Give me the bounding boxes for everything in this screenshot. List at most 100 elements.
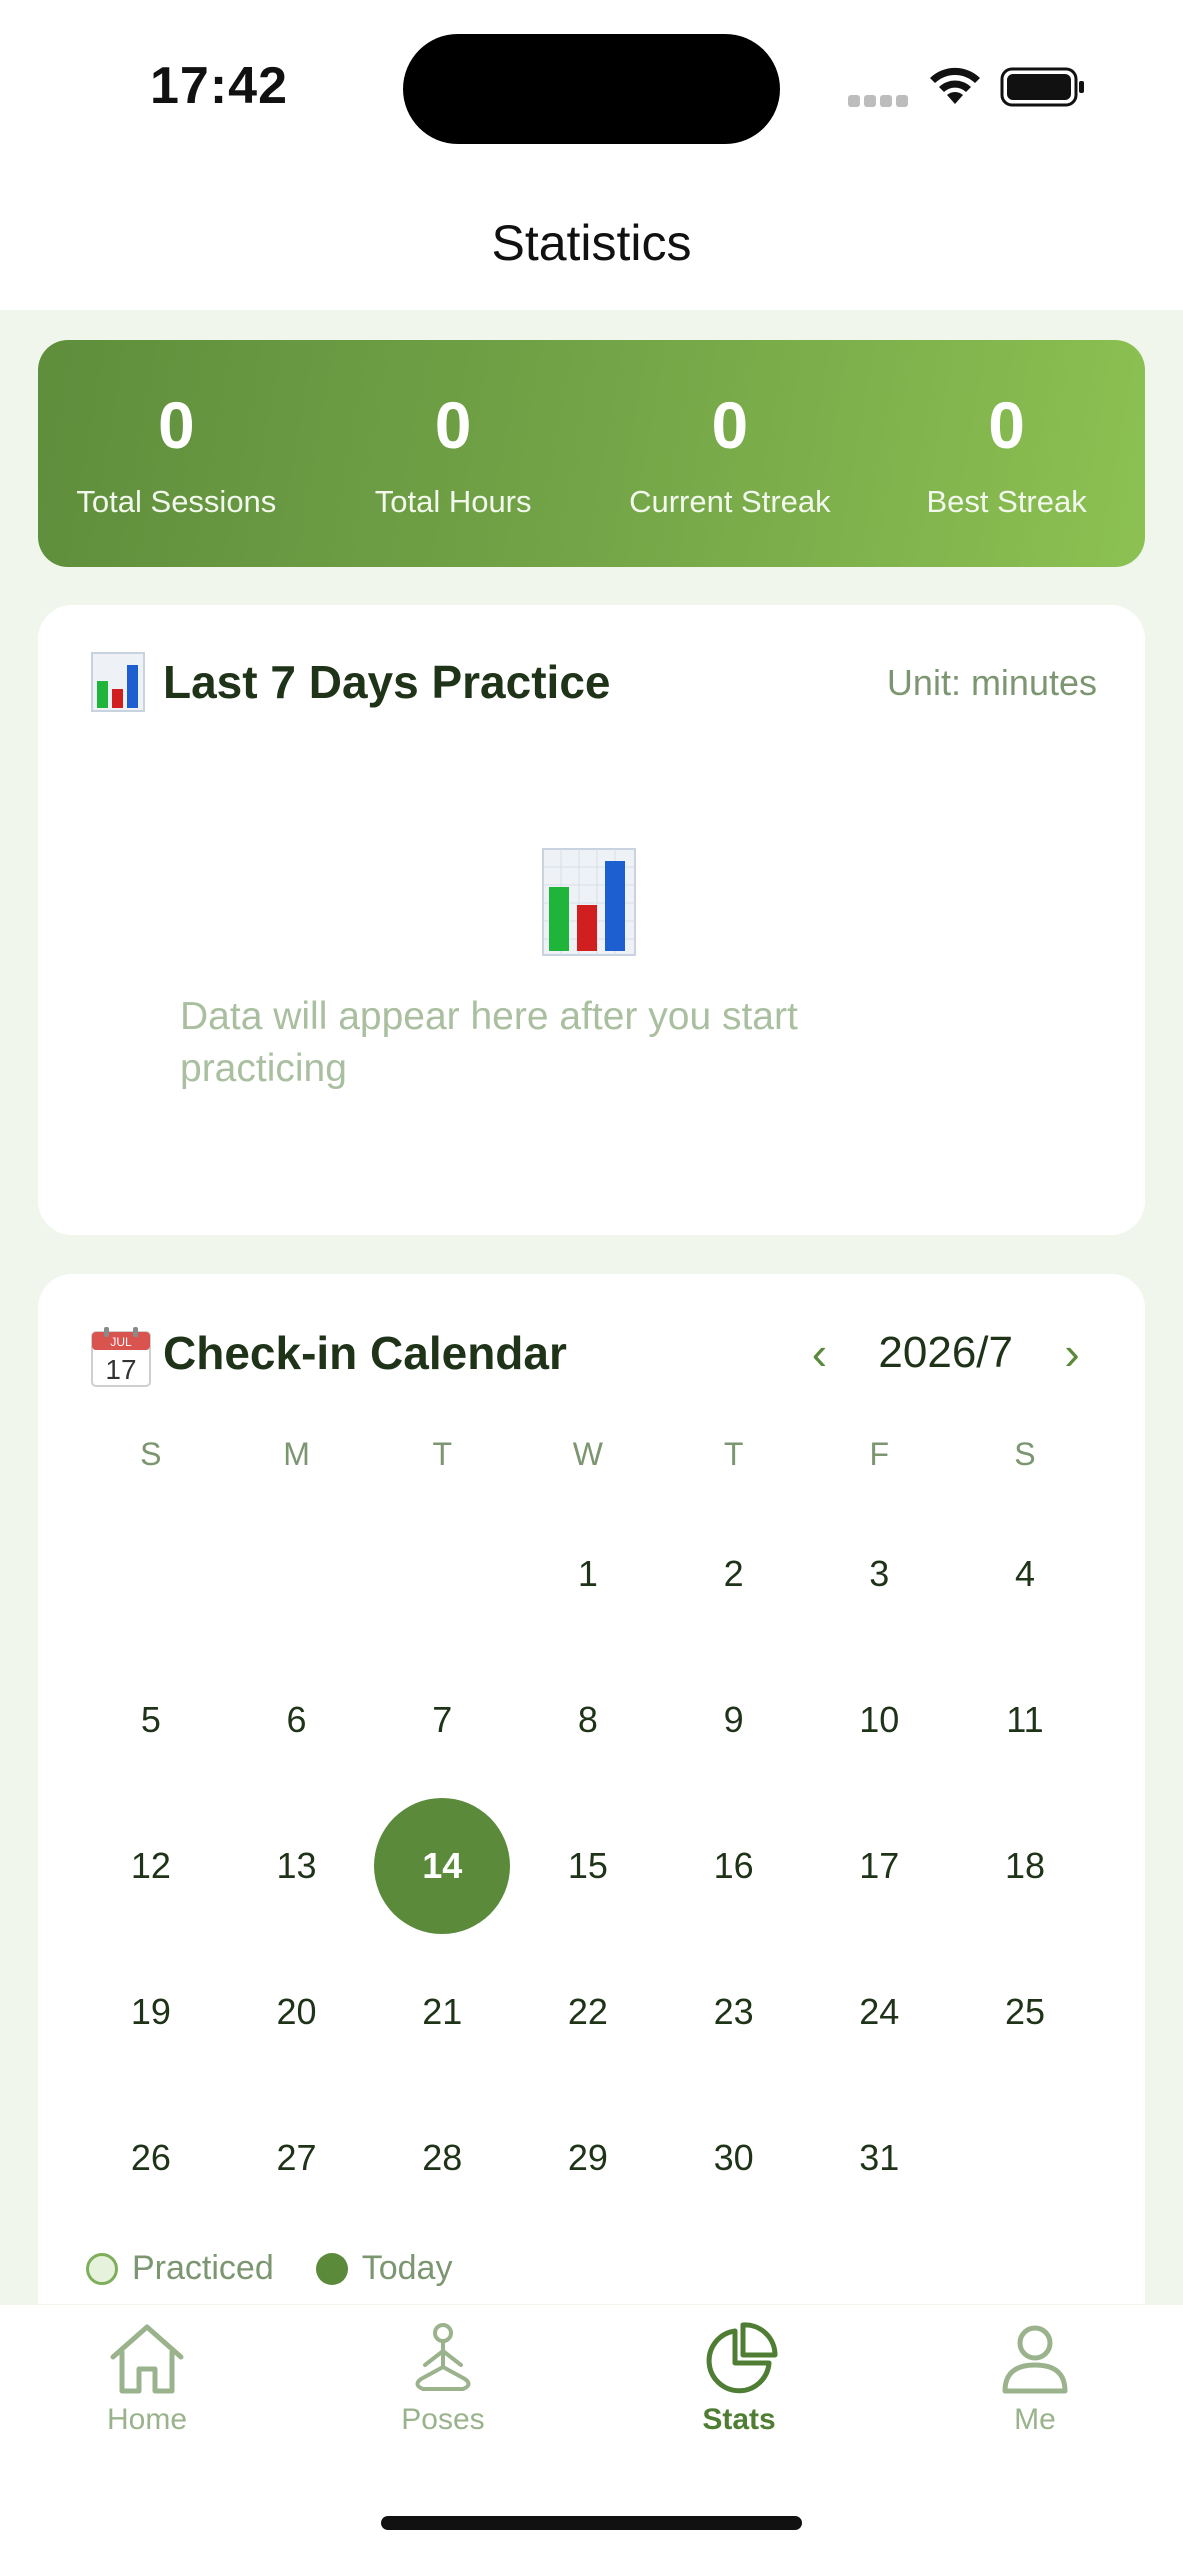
weekday-label: S bbox=[1014, 1436, 1036, 1472]
calendar-day[interactable]: 21 bbox=[369, 1939, 515, 2085]
tab-home[interactable]: Home bbox=[47, 2321, 247, 2437]
calendar-day-today[interactable]: 14 bbox=[369, 1793, 515, 1939]
today-legend-label: Today bbox=[361, 2249, 453, 2287]
practice-card-title: Last 7 Days Practice bbox=[163, 656, 611, 708]
today-legend-dot bbox=[315, 2252, 348, 2285]
calendar-day[interactable]: 4 bbox=[952, 1501, 1098, 1647]
calendar-day[interactable]: 12 bbox=[78, 1793, 224, 1939]
calendar-day[interactable]: 23 bbox=[661, 1939, 807, 2085]
calendar-legend: Practiced Today bbox=[86, 2249, 452, 2288]
unit-label: Unit: minutes bbox=[886, 662, 1097, 703]
stat-value: 0 bbox=[434, 388, 472, 462]
calendar-icon: JUL 17 bbox=[91, 1327, 151, 1387]
calendar-day-number: 19 bbox=[130, 1991, 171, 2032]
calendar-day-number: 29 bbox=[567, 2137, 608, 2178]
bar-chart-icon bbox=[91, 652, 145, 712]
calendar-day[interactable]: 24 bbox=[806, 1939, 952, 2085]
calendar-day-number: 15 bbox=[567, 1845, 608, 1886]
tab-me-label: Me bbox=[1014, 2403, 1056, 2436]
calendar-day[interactable]: 15 bbox=[515, 1793, 661, 1939]
calendar-icon-day: 17 bbox=[105, 1354, 136, 1385]
calendar-day[interactable]: 27 bbox=[224, 2085, 370, 2231]
tab-poses[interactable]: Poses bbox=[343, 2321, 543, 2437]
calendar-day-number: 14 bbox=[374, 1798, 511, 1934]
empty-chart-icon bbox=[542, 848, 636, 956]
calendar-empty-cell bbox=[369, 1501, 515, 1647]
battery-icon bbox=[1000, 67, 1084, 107]
calendar-day[interactable]: 16 bbox=[661, 1793, 807, 1939]
stat-label: Total Hours bbox=[374, 484, 532, 519]
calendar-day[interactable]: 22 bbox=[515, 1939, 661, 2085]
calendar-day[interactable]: 31 bbox=[806, 2085, 952, 2231]
empty-state-text: Data will appear here after you start pr… bbox=[180, 995, 798, 1090]
calendar-day[interactable]: 30 bbox=[661, 2085, 807, 2231]
calendar-day[interactable]: 10 bbox=[806, 1647, 952, 1793]
stat-label: Current Streak bbox=[629, 484, 831, 519]
calendar-day[interactable]: 13 bbox=[224, 1793, 370, 1939]
calendar-day-number: 5 bbox=[140, 1699, 161, 1740]
calendar-day-number: 30 bbox=[713, 2137, 754, 2178]
calendar-day[interactable]: 29 bbox=[515, 2085, 661, 2231]
statistics-screen: 17:42 Statistics 0 Total Sessions 0 Tota… bbox=[0, 0, 1183, 2560]
calendar-day-number: 13 bbox=[276, 1845, 317, 1886]
calendar-day[interactable]: 3 bbox=[806, 1501, 952, 1647]
stat-label: Total Sessions bbox=[76, 484, 277, 519]
practice-chart-card: Last 7 Days Practice Unit: minutes Data … bbox=[38, 605, 1145, 1235]
calendar-day-number: 10 bbox=[859, 1699, 900, 1740]
stat-value: 0 bbox=[158, 388, 195, 462]
calendar-day[interactable]: 7 bbox=[369, 1647, 515, 1793]
stat-label: Best Streak bbox=[926, 484, 1087, 519]
calendar-day-number: 9 bbox=[723, 1699, 744, 1740]
calendar-day[interactable]: 17 bbox=[806, 1793, 952, 1939]
tab-home-label: Home bbox=[106, 2403, 188, 2436]
weekday-header: SMTWTFS bbox=[78, 1436, 1098, 1473]
tab-bar: Home Poses Stats Me bbox=[0, 2305, 1183, 2560]
weekday-label: F bbox=[869, 1436, 890, 1472]
calendar-day[interactable]: 2 bbox=[661, 1501, 807, 1647]
next-month-button[interactable]: › bbox=[1047, 1326, 1097, 1380]
prev-month-button[interactable]: ‹ bbox=[794, 1326, 844, 1380]
calendar-day-number: 3 bbox=[869, 1553, 890, 1594]
month-navigator: ‹ 2026/7 › bbox=[794, 1326, 1097, 1380]
calendar-day[interactable]: 18 bbox=[952, 1793, 1098, 1939]
calendar-day[interactable]: 8 bbox=[515, 1647, 661, 1793]
yoga-icon bbox=[415, 2323, 471, 2391]
calendar-day[interactable]: 1 bbox=[515, 1501, 661, 1647]
calendar-day[interactable]: 9 bbox=[661, 1647, 807, 1793]
calendar-day-number: 21 bbox=[422, 1991, 463, 2032]
tab-stats[interactable]: Stats bbox=[639, 2321, 839, 2437]
calendar-day-number: 27 bbox=[276, 2137, 317, 2178]
calendar-day-number: 31 bbox=[859, 2137, 900, 2178]
weekday-label: T bbox=[723, 1436, 744, 1472]
home-icon bbox=[110, 2324, 184, 2394]
home-indicator bbox=[381, 2516, 802, 2530]
stat-total-hours: 0 Total Hours bbox=[315, 340, 592, 567]
calendar-day-number: 6 bbox=[286, 1699, 307, 1740]
tab-me[interactable]: Me bbox=[935, 2321, 1135, 2437]
weekday-label: T bbox=[432, 1436, 452, 1472]
calendar-day-number: 7 bbox=[432, 1699, 453, 1740]
calendar-day[interactable]: 11 bbox=[952, 1647, 1098, 1793]
calendar-day[interactable]: 25 bbox=[952, 1939, 1098, 2085]
calendar-day[interactable]: 6 bbox=[224, 1647, 370, 1793]
calendar-day-number: 22 bbox=[567, 1991, 608, 2032]
dynamic-island bbox=[403, 34, 780, 144]
calendar-day[interactable]: 5 bbox=[78, 1647, 224, 1793]
calendar-day-number: 16 bbox=[713, 1845, 754, 1886]
stat-total-sessions: 0 Total Sessions bbox=[38, 340, 315, 567]
calendar-day-number: 24 bbox=[859, 1991, 900, 2032]
calendar-day[interactable]: 28 bbox=[369, 2085, 515, 2231]
calendar-day[interactable]: 20 bbox=[224, 1939, 370, 2085]
tab-poses-label: Poses bbox=[401, 2403, 485, 2436]
summary-banner: 0 Total Sessions 0 Total Hours 0 Current… bbox=[38, 340, 1145, 567]
calendar-day-number: 11 bbox=[1006, 1699, 1044, 1740]
calendar-day[interactable]: 19 bbox=[78, 1939, 224, 2085]
calendar-day-number: 25 bbox=[1004, 1991, 1045, 2032]
calendar-empty-cell bbox=[224, 1501, 370, 1647]
calendar-day[interactable]: 26 bbox=[78, 2085, 224, 2231]
practiced-legend-label: Practiced bbox=[132, 2249, 274, 2287]
calendar-empty-cell bbox=[952, 2085, 1098, 2231]
stat-value: 0 bbox=[988, 388, 1025, 462]
month-label: 2026/7 bbox=[878, 1328, 1013, 1377]
calendar-day-number: 28 bbox=[422, 2137, 463, 2178]
